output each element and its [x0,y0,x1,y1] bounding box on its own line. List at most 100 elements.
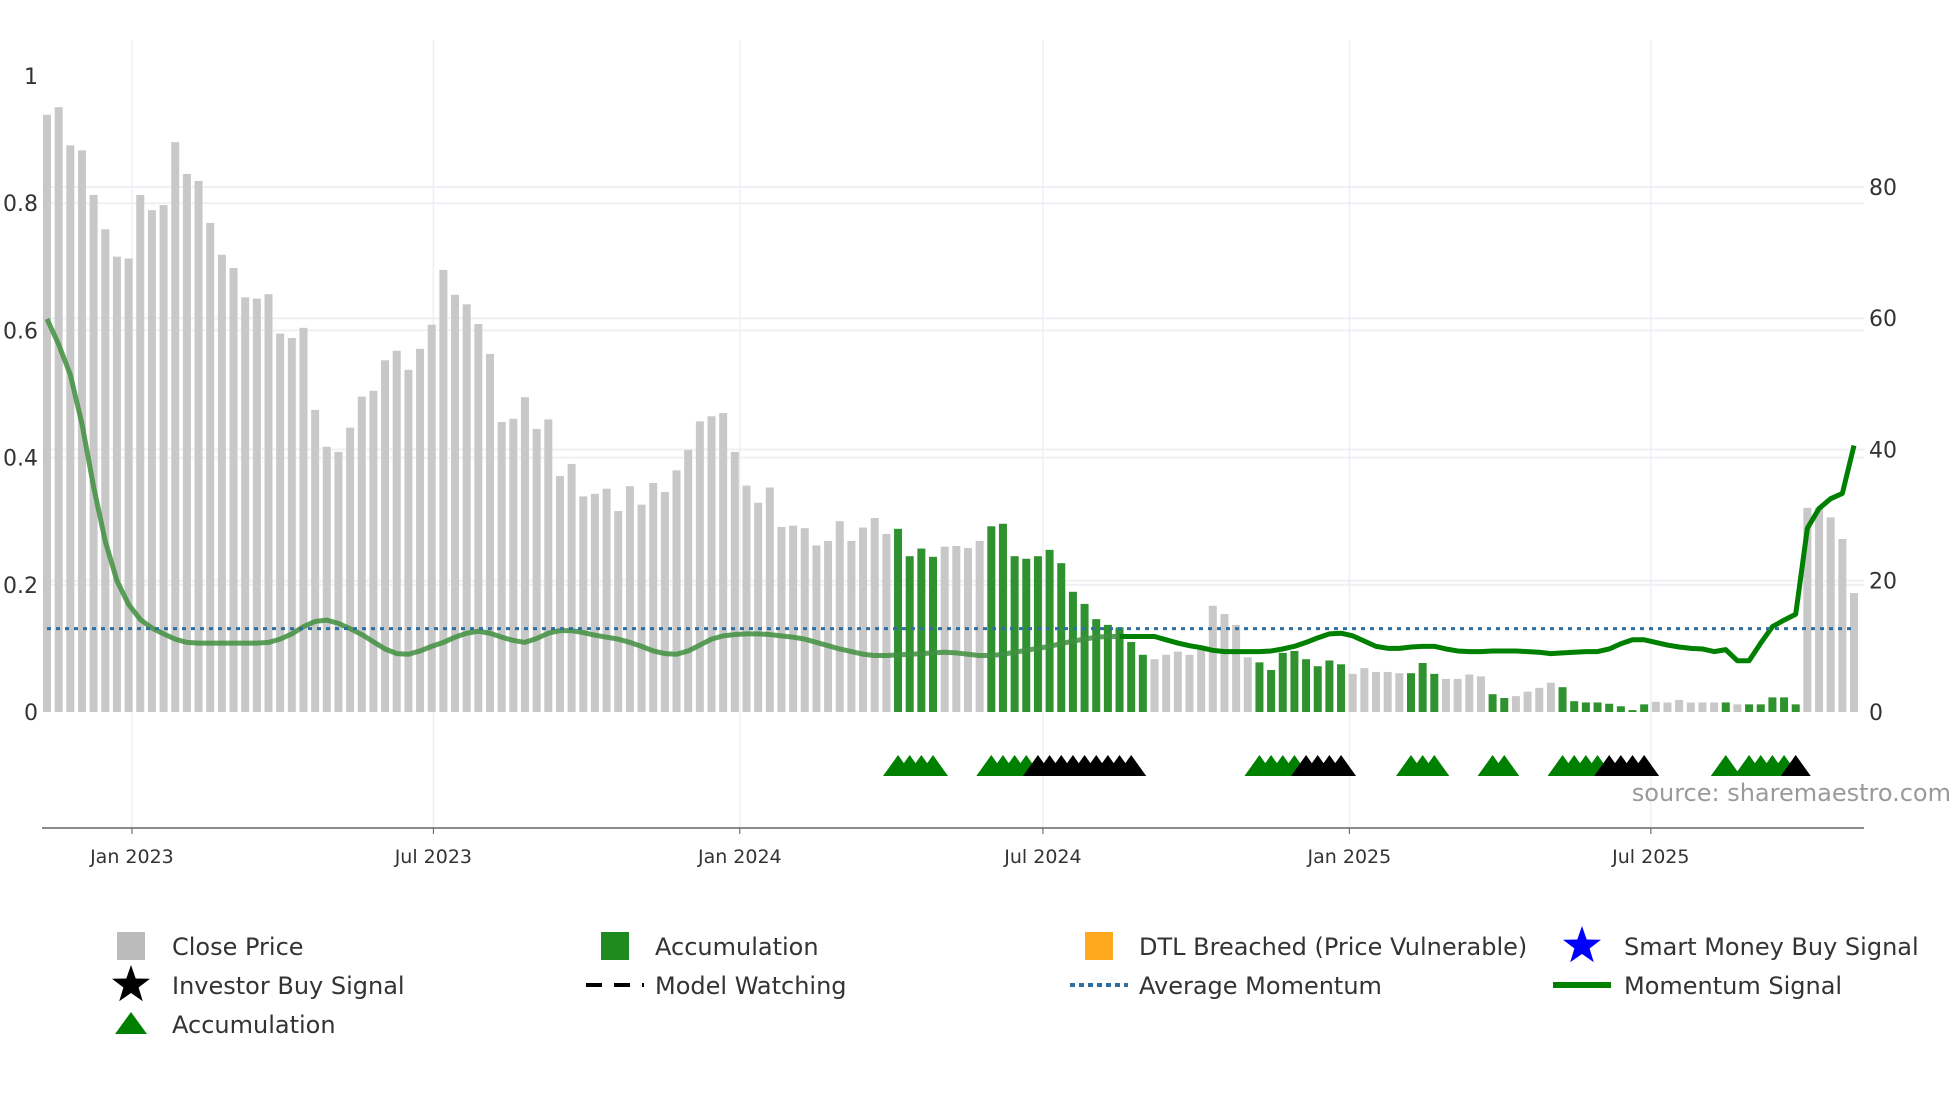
close-price-bar [730,451,739,712]
close-price-bar [789,525,798,712]
close-price-bar [719,413,728,712]
close-price-bar [322,446,331,712]
close-price-bar [357,396,366,712]
close-price-bar [334,451,343,712]
close-price-bar [695,421,704,712]
accumulation-square-icon [601,932,629,960]
accumulation-bar [1255,662,1264,712]
accumulation-triangle [1710,755,1741,776]
close-price-bar [1698,702,1707,712]
close-price-bar [1150,659,1159,712]
close-price-bar [252,298,261,712]
close-price-bar [1850,593,1859,712]
close-price-bar [241,297,250,712]
accumulation-bar [905,556,914,712]
close-price-bar [1651,701,1660,712]
accumulation-bar [998,523,1007,712]
close-price-bar [1733,704,1742,712]
close-price-bar [1208,605,1217,712]
legend-label: Accumulation [172,1011,336,1039]
close-price-bar [66,145,75,713]
close-price-bar [42,114,51,712]
right-tick-label: 0 [1869,701,1883,726]
close-price-bar [1453,678,1462,712]
close-price-bar [765,487,774,712]
close-price-bar [1197,649,1206,712]
close-price-bar [392,350,401,712]
close-price-bar [427,324,436,712]
accumulation-bar [1406,673,1415,712]
close-price-bar [451,294,460,712]
close-price-bar [520,397,529,712]
legend-label: Close Price [172,933,304,961]
legend-label: Accumulation [655,933,819,961]
legend-label: Momentum Signal [1624,972,1842,1000]
close-price-bar [870,518,879,712]
accumulation-bar [1628,710,1637,712]
right-tick-label: 40 [1869,438,1897,463]
close-price-bar [1686,702,1695,712]
close-price-bar [660,491,669,712]
close-price-bar [182,173,191,713]
close-price-bar [404,369,413,712]
left-tick-label: 0.2 [3,574,38,599]
close-price-bar [579,496,588,712]
accumulation-triangle-icon [115,1012,147,1034]
close-price-bar [509,418,518,712]
close-price-bar [1523,691,1532,712]
accumulation-bar [1721,702,1730,712]
close-price-bar [1826,517,1835,712]
left-tick-label: 0.6 [3,319,38,344]
close-price-bar [1441,678,1450,712]
accumulation-bar [1768,697,1777,712]
left-tick-label: 0.8 [3,192,38,217]
x-tick-label: Jul 2023 [394,846,472,868]
accumulation-bar [1605,703,1614,712]
close-price-bar [1173,651,1182,712]
close-price-bar [1348,673,1357,712]
accumulation-bar [1115,627,1124,712]
accumulation-bar [1640,704,1649,712]
close-price-bar [147,210,156,713]
close-price-bar [800,528,809,712]
accumulation-bar [1791,704,1800,712]
x-tick-label: Jan 2024 [697,846,782,868]
close-price-bar [124,258,133,712]
accumulation-bar [894,528,903,712]
close-price-bar [369,390,378,712]
close-price-bar [1395,673,1404,712]
close-price-bar [1663,702,1672,712]
close-price-bar [1511,696,1520,712]
accumulation-bar [1010,556,1019,712]
close-price-bar [1546,682,1555,712]
accumulation-bar [1570,701,1579,712]
close-price-bar [171,142,180,713]
close-price-bar [1535,687,1544,712]
close-price-bar [136,194,145,712]
accumulation-bar [1780,697,1789,712]
close-price-bar [206,222,215,712]
x-tick-label: Jan 2023 [89,846,174,868]
accumulation-bar [1558,687,1567,712]
close-price-bar [847,540,856,712]
close-price-bar [497,421,506,712]
close-price-bar [101,229,110,712]
accumulation-bar [1313,666,1322,712]
close-price-bar [474,324,483,712]
accumulation-bar [1325,660,1334,712]
legend-label: Model Watching [655,972,847,1000]
accumulation-bar [1593,702,1602,712]
x-tick-label: Jul 2025 [1611,846,1689,868]
close-price-bar [299,327,308,712]
close-price-bar [1185,654,1194,712]
legend-label: Average Momentum [1139,972,1382,1000]
close-price-bar [544,419,553,712]
close-price-bar [859,527,868,712]
close-price-bar [1243,657,1252,712]
close-price-bar [532,428,541,712]
close-price-bar [112,256,121,712]
accumulation-bar [1057,563,1066,712]
accumulation-bar [1033,556,1042,712]
close-price-bar [1360,668,1369,712]
close-price-bar [754,502,763,712]
